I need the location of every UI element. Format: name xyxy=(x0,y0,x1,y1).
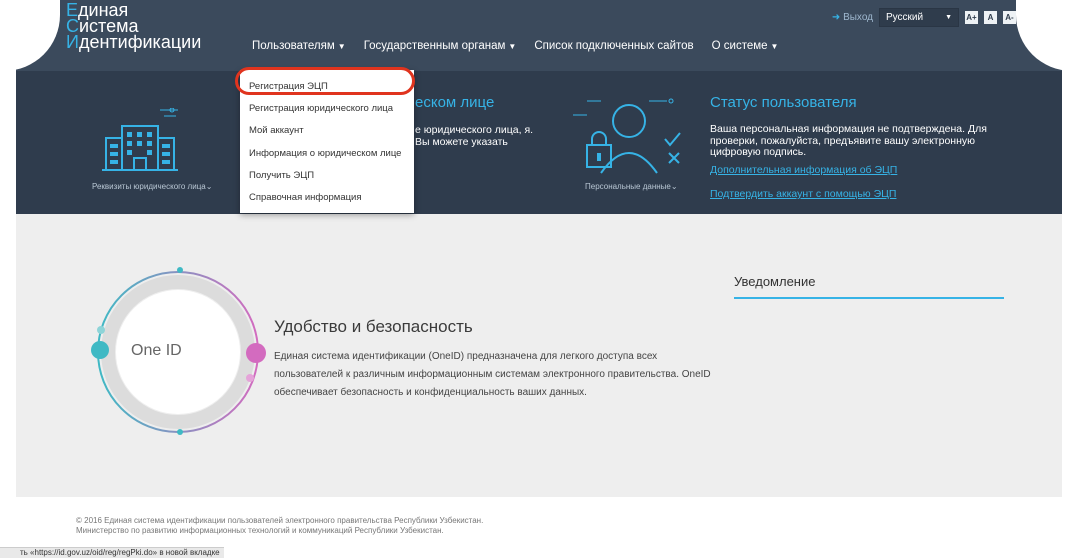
oneid-label: One ID xyxy=(131,342,182,359)
caret-down-icon: ▼ xyxy=(770,42,779,51)
footer-copyright: © 2016 Единая система идентификации поль… xyxy=(76,516,484,525)
menu-item-help[interactable]: Справочная информация xyxy=(249,192,362,203)
confirm-account-link[interactable]: Подтвердить аккаунт с помощью ЭЦП xyxy=(710,188,896,200)
feature-title: Удобство и безопасность xyxy=(274,317,473,336)
nav-about[interactable]: О системе ▼ xyxy=(712,40,779,52)
legal-heading: еском лице xyxy=(415,94,495,111)
menu-item-legal-registration[interactable]: Регистрация юридического лица xyxy=(249,103,393,114)
browser-status-bar: ть «https://id.gov.uz/oid/reg/regPki.do»… xyxy=(0,547,224,558)
legal-entity-details[interactable]: Реквизиты юридического лица⌄ xyxy=(92,182,212,191)
site-logo[interactable]: Единая Система Идентификации xyxy=(66,1,202,52)
eds-info-link[interactable]: Дополнительная информация об ЭЦП xyxy=(710,164,897,176)
language-select[interactable]: Русский ▼ xyxy=(879,8,959,27)
chevron-down-icon: ⌄ xyxy=(205,182,213,191)
highlight-ring xyxy=(235,67,415,95)
building-icon xyxy=(102,108,178,171)
nav-label: Государственным органам xyxy=(363,40,506,52)
person-lock-icon xyxy=(573,98,681,174)
logout-label: Выход xyxy=(843,12,873,23)
nav-users[interactable]: Пользователям ▼ xyxy=(252,40,346,52)
logout-link[interactable]: ➜ Выход xyxy=(832,12,873,23)
personal-caption: Персональные данные xyxy=(585,182,671,191)
chevron-down-icon: ⌄ xyxy=(670,182,678,191)
menu-item-get-eds[interactable]: Получить ЭЦП xyxy=(249,170,314,181)
footer-ministry: Министерство по развитию информационных … xyxy=(76,526,444,535)
caret-down-icon: ▼ xyxy=(337,42,346,51)
menu-item-my-account[interactable]: Мой аккаунт xyxy=(249,125,304,136)
nav-sites[interactable]: Список подключенных сайтов xyxy=(534,40,693,52)
nav-label: Пользователям xyxy=(252,40,335,52)
main-nav: Пользователям ▼ Государственным органам ▼ … xyxy=(252,40,796,52)
personal-data[interactable]: Персональные данные⌄ xyxy=(585,182,678,191)
feature-text: Единая система идентификации (OneID) пре… xyxy=(274,351,711,398)
footer: © 2016 Единая система идентификации поль… xyxy=(76,516,483,536)
font-normal-button[interactable]: A xyxy=(984,11,997,24)
font-decrease-button[interactable]: A- xyxy=(1003,11,1016,24)
caret-down-icon: ▼ xyxy=(945,14,952,21)
nav-label: О системе xyxy=(711,40,768,52)
caret-down-icon: ▼ xyxy=(508,42,517,51)
status-title: Статус пользователя xyxy=(710,94,857,111)
font-increase-button[interactable]: A+ xyxy=(965,11,978,24)
notice-underline xyxy=(734,297,1004,299)
status-text: Ваша персональная информация не подтверж… xyxy=(710,123,987,158)
legal-description: е юридического лица, я. Вы можете указат… xyxy=(415,124,534,148)
logout-icon: ➜ xyxy=(831,12,841,23)
notice-title: Уведомление xyxy=(734,274,816,289)
nav-gov[interactable]: Государственным органам ▼ xyxy=(364,40,517,52)
nav-label: Список подключенных сайтов xyxy=(534,40,694,52)
language-value: Русский xyxy=(886,12,924,23)
menu-item-legal-info[interactable]: Информация о юридическом лице xyxy=(249,148,401,159)
legal-caption: Реквизиты юридического лица xyxy=(92,182,206,191)
header-utils: ➜ Выход Русский ▼ A+ A A- xyxy=(832,8,1016,27)
logo-word: дентификации xyxy=(78,32,202,52)
logo-letter: И xyxy=(66,32,79,52)
